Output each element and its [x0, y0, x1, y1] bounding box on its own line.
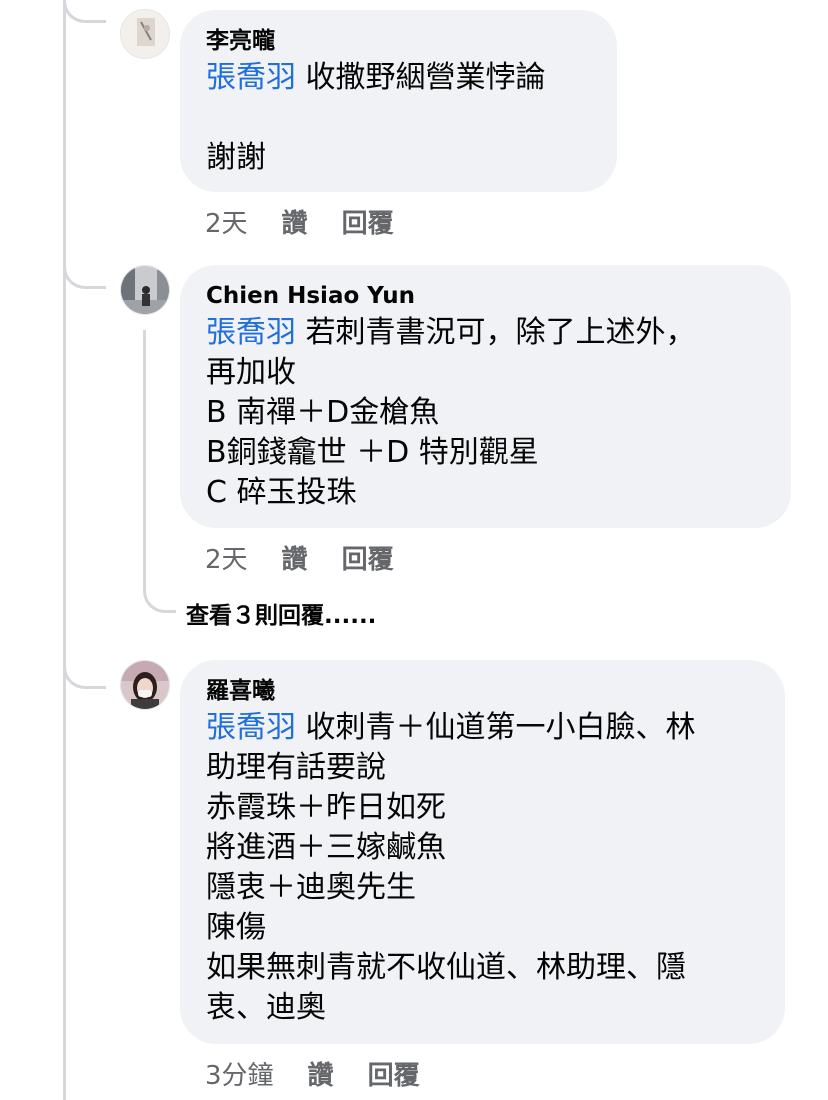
comment-time[interactable]: 3分鐘	[205, 1055, 274, 1092]
comment-time[interactable]: 2天	[205, 539, 248, 576]
reply-thread-line	[143, 330, 146, 588]
comment-text: 張喬羽 收撒野絪營業悖論 謝謝	[206, 60, 546, 175]
comment-text: 張喬羽 若刺青書況可，除了上述外， 再加收 B 南禪＋D金槍魚 B銅錢龕世 ＋D…	[206, 315, 696, 510]
comment-text: 張喬羽 收刺青＋仙道第一小白臉、林 助理有話要說 赤霞珠＋昨日如死 將進酒＋三嫁…	[206, 710, 696, 1025]
reply-button[interactable]: 回覆	[368, 1055, 420, 1092]
comment-actions: 2天 讚 回覆	[205, 539, 394, 576]
reply-button[interactable]: 回覆	[342, 203, 394, 240]
comment-bubble: 李亮曨 張喬羽 收撒野絪營業悖論 謝謝	[180, 10, 617, 192]
comment-author[interactable]: 羅喜曦	[206, 674, 759, 708]
comment-actions: 3分鐘 讚 回覆	[205, 1055, 420, 1092]
comment-bubble: Chien Hsiao Yun 張喬羽 若刺青書況可，除了上述外， 再加收 B …	[180, 265, 791, 528]
thread-connector	[143, 580, 176, 613]
thread-connector	[63, 240, 106, 289]
like-button[interactable]: 讚	[308, 1055, 334, 1092]
comment-author[interactable]: Chien Hsiao Yun	[206, 279, 765, 313]
avatar[interactable]	[120, 660, 170, 710]
thread-line-main	[63, 0, 66, 1100]
mention-link[interactable]: 張喬羽	[206, 315, 296, 350]
mention-link[interactable]: 張喬羽	[206, 60, 296, 95]
view-more-replies-button[interactable]: 查看３則回覆......	[186, 596, 376, 630]
thread-connector	[63, 640, 106, 689]
thread-connector	[63, 0, 106, 23]
comment-bubble: 羅喜曦 張喬羽 收刺青＋仙道第一小白臉、林 助理有話要說 赤霞珠＋昨日如死 將進…	[180, 660, 785, 1044]
comment-actions: 2天 讚 回覆	[205, 203, 394, 240]
reply-button[interactable]: 回覆	[342, 539, 394, 576]
like-button[interactable]: 讚	[282, 203, 308, 240]
like-button[interactable]: 讚	[282, 539, 308, 576]
avatar[interactable]	[120, 265, 170, 315]
mention-link[interactable]: 張喬羽	[206, 710, 296, 745]
comment-author[interactable]: 李亮曨	[206, 24, 591, 58]
avatar[interactable]	[120, 9, 170, 59]
comment-time[interactable]: 2天	[205, 203, 248, 240]
